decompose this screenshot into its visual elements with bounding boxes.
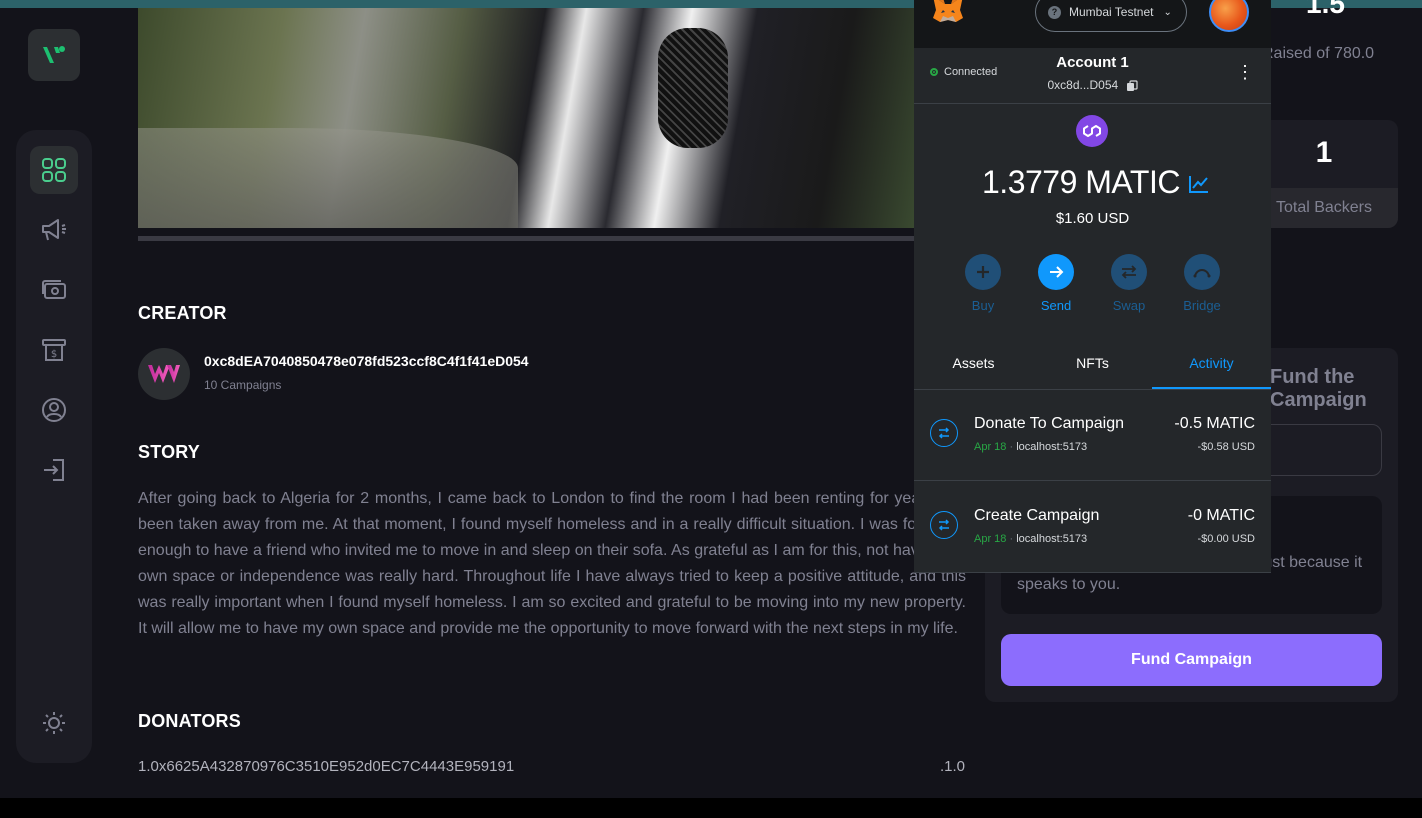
sidebar-item-payment[interactable] (30, 266, 78, 314)
theme-toggle[interactable] (30, 699, 78, 747)
raised-value: 1.5 (1306, 0, 1345, 19)
portfolio-chart-icon[interactable] (1188, 174, 1210, 194)
backers-label: Total Backers (1250, 188, 1398, 228)
balance-amount: 1.3779 MATIC (982, 164, 1180, 200)
account-options-icon[interactable]: ⋮ (1236, 62, 1254, 82)
metamask-header: ? Mumbai Testnet ⌄ (914, 0, 1271, 48)
sidebar-item-create-campaign[interactable] (30, 206, 78, 254)
account-address-text: 0xc8d...D054 (1047, 78, 1119, 92)
account-avatar[interactable] (1209, 0, 1249, 32)
swap-icon (1121, 265, 1137, 279)
account-address[interactable]: 0xc8d...D054 (914, 78, 1271, 92)
logo-icon (43, 46, 65, 63)
transaction-meta: Apr 18 · localhost:5173 (974, 441, 1088, 453)
transaction-date: Apr 18 (974, 533, 1007, 545)
story-text: After going back to Algeria for 2 months… (138, 490, 966, 637)
polygon-icon (1083, 125, 1101, 137)
sidebar-item-profile[interactable] (30, 386, 78, 434)
transaction-amount: -0.5 MATIC (1174, 415, 1255, 432)
account-bar: Connected Account 1 0xc8d...D054 ⋮ (914, 48, 1271, 104)
creator-campaign-count: 10 Campaigns (204, 378, 282, 392)
swap-label: Swap (1112, 298, 1146, 313)
sidebar-item-dashboard[interactable] (30, 146, 78, 194)
logout-icon (44, 459, 64, 481)
svg-text:$: $ (51, 349, 57, 360)
fund-heading: Fund the Campaign (1270, 366, 1367, 411)
campaign-image (138, 8, 915, 228)
transaction-usd: -$0.58 USD (1197, 441, 1255, 453)
transaction-title: Donate To Campaign (974, 415, 1125, 432)
transaction-row[interactable]: Donate To Campaign Apr 18 · localhost:51… (914, 391, 1271, 481)
profile-icon (42, 398, 66, 422)
transaction-date: Apr 18 (974, 441, 1007, 453)
help-icon: ? (1048, 5, 1061, 19)
tab-nfts[interactable]: NFTs (1033, 340, 1152, 389)
donators-title: Donators (138, 711, 241, 731)
story-title: Story (138, 442, 201, 462)
swap-button[interactable]: Swap (1099, 254, 1159, 313)
bottom-bar (0, 798, 1422, 818)
transaction-title: Create Campaign (974, 507, 1100, 524)
network-name: Mumbai Testnet (1069, 5, 1154, 19)
creator-title: Creator (138, 303, 227, 323)
send-label: Send (1040, 298, 1072, 313)
dashboard-icon (42, 158, 66, 182)
send-button[interactable]: Send (1026, 254, 1086, 313)
buy-button[interactable]: Buy (953, 254, 1013, 313)
interaction-icon (930, 511, 958, 539)
metamask-popup: ? Mumbai Testnet ⌄ Connected Account 1 0… (914, 0, 1271, 573)
bridge-icon (1193, 269, 1211, 278)
bridge-label: Bridge (1183, 298, 1221, 313)
withdraw-icon: $ (42, 339, 66, 361)
balance-usd: $1.60 USD (1055, 210, 1130, 227)
payment-icon (42, 280, 66, 299)
metamask-tabs: Assets NFTs Activity (914, 340, 1271, 390)
arrow-right-icon (1050, 266, 1064, 278)
sidebar-item-logout[interactable] (30, 446, 78, 494)
sun-icon (43, 712, 65, 734)
chevron-down-icon: ⌄ (1163, 6, 1172, 18)
backers-value: 1 (1315, 136, 1333, 169)
plus-icon (977, 266, 989, 278)
account-name: Account 1 (1056, 54, 1129, 71)
transaction-usd: -$0.00 USD (1197, 533, 1255, 545)
creator-logo-icon (148, 365, 180, 383)
metamask-fox-icon[interactable] (930, 0, 966, 24)
tab-assets[interactable]: Assets (914, 340, 1033, 389)
fund-campaign-button[interactable]: Fund Campaign (1001, 634, 1382, 686)
buy-label: Buy (971, 298, 995, 313)
funding-progress-bar (138, 236, 915, 241)
network-selector[interactable]: ? Mumbai Testnet ⌄ (1035, 0, 1187, 32)
transaction-meta: Apr 18 · localhost:5173 (974, 533, 1088, 545)
transaction-origin: localhost:5173 (1016, 533, 1088, 545)
transaction-row[interactable]: Create Campaign Apr 18 · localhost:5173 … (914, 483, 1271, 573)
creator-avatar (138, 348, 190, 400)
backers-stat: 1 Total Backers (1250, 120, 1398, 228)
copy-icon[interactable] (1126, 80, 1138, 92)
sidebar: $ (16, 130, 92, 763)
bridge-button[interactable]: Bridge (1172, 254, 1232, 313)
polygon-token-icon (1076, 115, 1108, 147)
raised-label: Raised of 780.0 (1262, 45, 1375, 62)
transaction-amount: -0 MATIC (1187, 507, 1255, 524)
campaign-icon (42, 219, 66, 241)
app-logo[interactable] (28, 29, 80, 81)
tab-activity[interactable]: Activity (1152, 340, 1271, 389)
sidebar-item-withdraw[interactable]: $ (30, 326, 78, 374)
donator-amount: .1.0 (940, 758, 966, 775)
transaction-origin: localhost:5173 (1016, 441, 1088, 453)
donator-entry: 1.0x6625A432870976C3510E952d0EC7C4443E95… (138, 758, 515, 775)
interaction-icon (930, 419, 958, 447)
creator-address[interactable]: 0xc8dEA7040850478e078fd523ccf8C4f1f41eD0… (204, 353, 529, 369)
